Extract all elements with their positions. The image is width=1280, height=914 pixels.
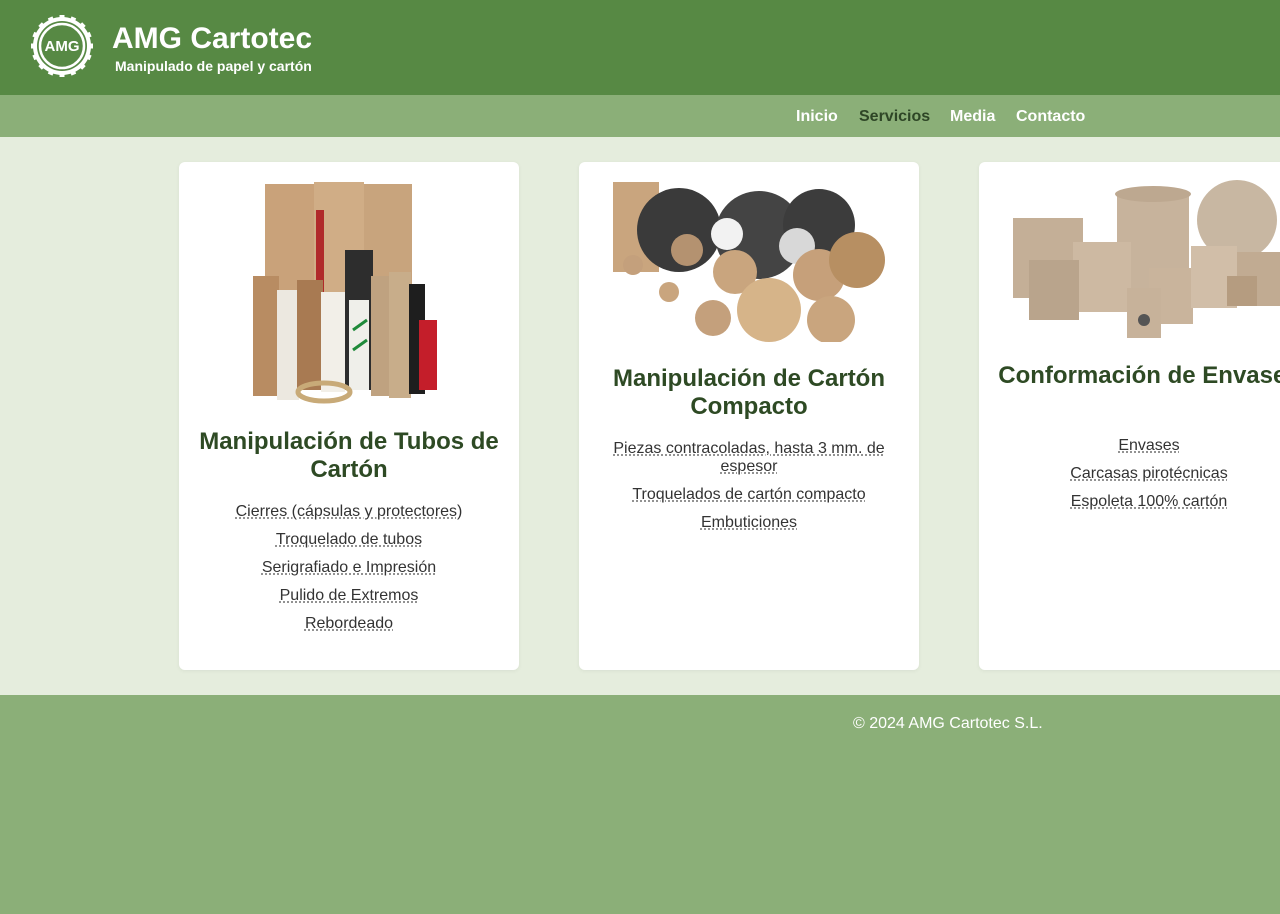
link-troquelados-compacto[interactable]: Troquelados de cartón compacto (632, 486, 865, 503)
link-embuticiones[interactable]: Embuticiones (701, 514, 797, 531)
nav-contacto[interactable]: Contacto (1016, 107, 1085, 127)
copyright-text: © 2024 AMG Cartotec S.L. (853, 715, 1043, 732)
service-card-containers: Conformación de Envases Envases Carcasas… (979, 162, 1280, 670)
link-pulido[interactable]: Pulido de Extremos (280, 587, 419, 604)
card-link-list: Envases Carcasas pirotécnicas Espoleta 1… (1003, 437, 1280, 521)
card-title: Manipulación de Cartón Compacto (612, 365, 885, 420)
card-link-list: Piezas contracoladas, hasta 3 mm. de esp… (603, 440, 895, 542)
link-rebordeado[interactable]: Rebordeado (305, 615, 393, 632)
amg-logo[interactable]: AMG (31, 15, 93, 77)
main-nav: Inicio Servicios Media Contacto (0, 95, 1280, 137)
site-title[interactable]: AMG Cartotec (112, 20, 312, 58)
link-espoleta[interactable]: Espoleta 100% cartón (1071, 493, 1228, 510)
link-cierres[interactable]: Cierres (cápsulas y protectores) (236, 503, 463, 520)
link-carcasas[interactable]: Carcasas pirotécnicas (1070, 465, 1227, 482)
card-link-list: Cierres (cápsulas y protectores) Troquel… (203, 503, 495, 643)
nav-servicios[interactable]: Servicios (859, 107, 930, 127)
nav-media[interactable]: Media (950, 107, 995, 127)
site-header: AMG AMG Cartotec Manipulado de papel y c… (0, 0, 1280, 95)
cardboard-tubes-image (253, 182, 437, 404)
service-card-tubes: Manipulación de Tubos de Cartón Cierres … (179, 162, 519, 670)
link-serigrafiado[interactable]: Serigrafiado e Impresión (262, 559, 436, 576)
link-envases[interactable]: Envases (1118, 437, 1179, 454)
nav-inicio[interactable]: Inicio (796, 107, 838, 127)
site-subtitle: Manipulado de papel y cartón (115, 58, 312, 74)
site-footer: © 2024 AMG Cartotec S.L. (0, 695, 1280, 914)
link-piezas-contracoladas[interactable]: Piezas contracoladas, hasta 3 mm. de esp… (613, 440, 884, 475)
cardboard-containers-image (1013, 180, 1280, 338)
compact-cardboard-image (613, 182, 885, 342)
link-troquelado-tubos[interactable]: Troquelado de tubos (276, 531, 422, 548)
service-card-compact: Manipulación de Cartón Compacto Piezas c… (579, 162, 919, 670)
card-title: Conformación de Envases (998, 362, 1280, 389)
card-title: Manipulación de Tubos de Cartón (199, 428, 499, 483)
logo-text: AMG (45, 38, 80, 55)
services-section: Manipulación de Tubos de Cartón Cierres … (0, 137, 1280, 695)
